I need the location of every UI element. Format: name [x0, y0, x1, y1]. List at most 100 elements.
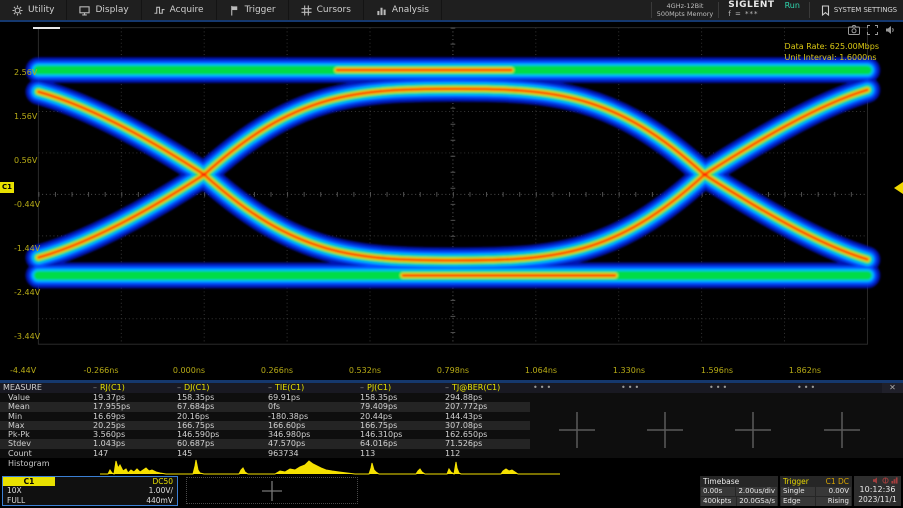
- unit-interval-readout: Unit Interval: 1.6000ns: [785, 52, 879, 63]
- trigger-title: Trigger: [783, 477, 809, 486]
- gear-icon: [12, 5, 23, 16]
- y-axis-label: 1.56V: [14, 112, 54, 121]
- measure-title: MEASURE: [0, 383, 90, 393]
- trigger-type: Edge: [781, 497, 815, 506]
- eye-info-readout: Data Rate: 625.00Mbps Unit Interval: 1.6…: [785, 41, 879, 63]
- channel1-offset: 440mV: [146, 496, 173, 505]
- bookmark-icon: [821, 5, 830, 16]
- clock-date: 2023/11/1: [854, 495, 901, 505]
- speaker-icon[interactable]: [885, 25, 895, 35]
- timebase-delay: 0.00s: [701, 487, 735, 496]
- cursors-icon: [301, 5, 312, 16]
- clock-time: 10:12:36: [854, 485, 901, 495]
- trigger-level: 0.00V: [816, 487, 851, 496]
- measure-empty-slot[interactable]: •••: [530, 383, 618, 393]
- y-axis-label: 2.56V: [14, 68, 54, 77]
- channel1-probe: 10X: [7, 486, 22, 495]
- system-settings-label: SYSTEM SETTINGS: [834, 6, 897, 14]
- channel1-bandwidth: FULL: [7, 496, 25, 505]
- close-measure-icon[interactable]: ✕: [882, 383, 903, 393]
- network-icon: [891, 477, 898, 484]
- device-memory: 500Mpts Memory: [657, 10, 714, 18]
- system-settings-button[interactable]: SYSTEM SETTINGS: [815, 5, 903, 16]
- menu-cursors[interactable]: Cursors: [289, 0, 364, 20]
- measure-row-count: Count 147145 963734113 112: [0, 449, 903, 458]
- brand-block: SIGLENT Run f = ***: [724, 1, 804, 19]
- trigger-source: C1 DC: [826, 477, 849, 486]
- datetime-box[interactable]: 10:12:36 2023/11/1: [854, 476, 901, 506]
- histogram-strip: Histogram: [0, 458, 903, 475]
- measure-column-dj[interactable]: –DJ(C1): [174, 383, 265, 393]
- histogram-trace: [0, 458, 903, 475]
- menu-display-label: Display: [95, 5, 128, 15]
- menu-display[interactable]: Display: [67, 0, 141, 20]
- y-axis-label: -2.44V: [14, 288, 54, 297]
- divider: [651, 2, 652, 18]
- trigger-position-marker[interactable]: [33, 27, 60, 29]
- timebase-memory: 400kpts: [701, 497, 736, 506]
- menu-cursors-label: Cursors: [317, 5, 351, 15]
- menubar: Utility Display Acquire Trigger Cursors …: [0, 0, 903, 22]
- timebase-box[interactable]: Timebase 0.00s 2.00us/div 400kpts 20.0GS…: [700, 476, 778, 506]
- measure-empty-slot[interactable]: •••: [706, 383, 794, 393]
- x-axis-label: 1.064ns: [513, 366, 569, 375]
- x-axis-label: -0.266ns: [73, 366, 129, 375]
- y-axis-label: 0.56V: [14, 156, 54, 165]
- y-axis-label: -1.44V: [14, 244, 54, 253]
- trigger-box[interactable]: Trigger C1 DC Single 0.00V Edge Rising: [780, 476, 852, 506]
- measure-column-tjber[interactable]: –TJ@BER(C1): [442, 383, 530, 393]
- trigger-level-arrow[interactable]: [894, 182, 903, 194]
- x-axis-label: 1.596ns: [689, 366, 745, 375]
- measure-empty-slot[interactable]: •••: [618, 383, 706, 393]
- histogram-label: Histogram: [8, 459, 50, 468]
- x-axis-label: 0.798ns: [425, 366, 481, 375]
- add-measurement-icon[interactable]: [824, 412, 860, 448]
- x-axis-label: 0.000ns: [161, 366, 217, 375]
- channel1-ground-marker[interactable]: C1: [0, 182, 14, 193]
- status-bar: C1 DC50 10X 1.00V/ FULL 440mV Timebase 0…: [0, 475, 903, 508]
- x-axis-label: 1.862ns: [777, 366, 833, 375]
- measure-row-value: Value 19.37ps158.35ps 69.91ps158.35ps 29…: [0, 393, 903, 402]
- add-measurement-icon[interactable]: [735, 412, 771, 448]
- add-measurement-icon[interactable]: [647, 412, 683, 448]
- camera-icon[interactable]: [848, 25, 860, 35]
- add-channel-slot[interactable]: [186, 477, 358, 504]
- add-channel-icon: [261, 480, 283, 502]
- usb-icon: [882, 477, 889, 484]
- menu-utility[interactable]: Utility: [0, 0, 67, 20]
- menu-analysis[interactable]: Analysis: [364, 0, 442, 20]
- flag-icon: [229, 5, 240, 16]
- eye-diagram-canvas: [0, 22, 903, 380]
- data-rate-readout: Data Rate: 625.00Mbps: [785, 41, 879, 52]
- x-axis-label: 0.532ns: [337, 366, 393, 375]
- channel1-box[interactable]: C1 DC50 10X 1.00V/ FULL 440mV: [2, 476, 178, 506]
- trigger-slope: Rising: [816, 497, 851, 506]
- run-status[interactable]: Run: [785, 1, 800, 10]
- sound-icon: [873, 477, 880, 484]
- fullscreen-icon[interactable]: [867, 25, 878, 35]
- acquire-icon: [154, 5, 165, 16]
- y-axis-bottom-label: -4.44V: [10, 366, 36, 375]
- status-icons: [854, 476, 901, 485]
- brand-logo: SIGLENT: [728, 1, 774, 10]
- timebase-scale: 2.00us/div: [736, 487, 777, 496]
- measure-column-rj[interactable]: –RJ(C1): [90, 383, 174, 393]
- menu-acquire[interactable]: Acquire: [142, 0, 217, 20]
- device-info: 4GHz-12Bit 500Mpts Memory: [657, 2, 714, 18]
- device-bandwidth: 4GHz-12Bit: [657, 2, 714, 10]
- eye-diagram-plot[interactable]: 2.56V 1.56V 0.56V -0.44V -1.44V -2.44V -…: [0, 22, 903, 380]
- display-icon: [79, 5, 90, 16]
- measure-column-pj[interactable]: –PJ(C1): [357, 383, 442, 393]
- x-axis-label: 1.330ns: [601, 366, 657, 375]
- divider: [718, 2, 719, 18]
- measure-panel: MEASURE –RJ(C1) –DJ(C1) –TIE(C1) –PJ(C1)…: [0, 383, 903, 458]
- timebase-title: Timebase: [703, 477, 739, 486]
- oscilloscope-screen: Utility Display Acquire Trigger Cursors …: [0, 0, 903, 508]
- menubar-right: 4GHz-12Bit 500Mpts Memory SIGLENT Run f …: [646, 0, 903, 20]
- x-axis-label: 0.266ns: [249, 366, 305, 375]
- measure-column-tie[interactable]: –TIE(C1): [265, 383, 357, 393]
- add-measurement-icon[interactable]: [559, 412, 595, 448]
- menu-trigger[interactable]: Trigger: [217, 0, 289, 20]
- measure-empty-slot[interactable]: •••: [794, 383, 882, 393]
- timebase-sample-rate: 20.0GSa/s: [737, 497, 777, 506]
